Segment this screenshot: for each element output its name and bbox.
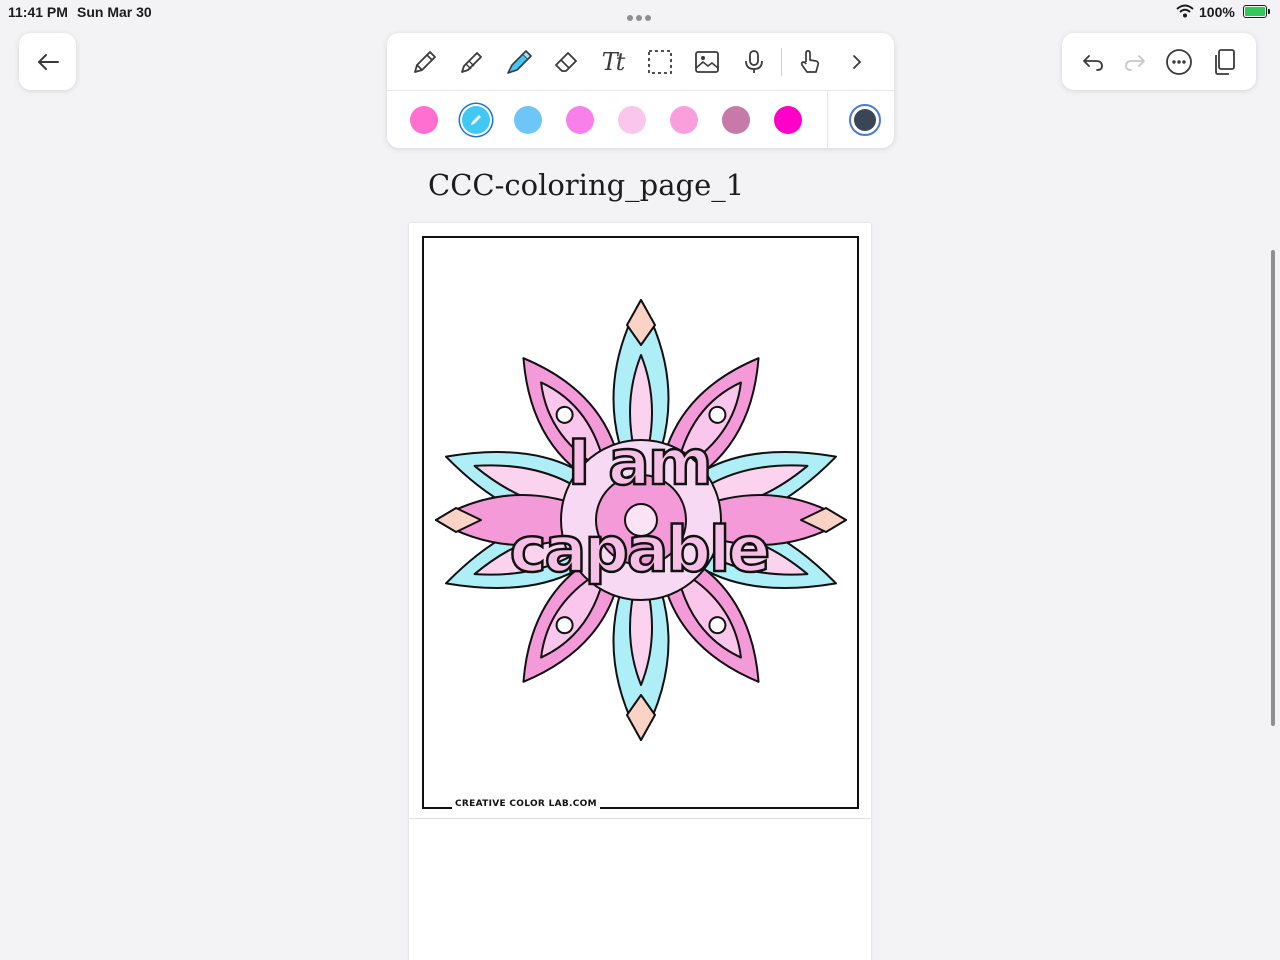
- palette-divider: [827, 91, 828, 148]
- document-page[interactable]: I am capable CREATIVE COLOR LAB.COM: [409, 223, 871, 960]
- current-color-button[interactable]: [849, 104, 881, 136]
- multitasking-dots-icon[interactable]: [627, 8, 655, 21]
- hand-pointer-icon: [800, 49, 819, 73]
- document-title[interactable]: CCC-coloring_page_1: [428, 168, 744, 202]
- image-tool[interactable]: [683, 40, 730, 84]
- arrow-left-icon: [37, 53, 59, 70]
- color-swatch[interactable]: [722, 106, 750, 134]
- pencil-tool[interactable]: [448, 40, 495, 84]
- pen-icon: [413, 50, 436, 73]
- color-swatch[interactable]: [410, 106, 438, 134]
- color-swatch[interactable]: [670, 106, 698, 134]
- actions-bar: [1062, 33, 1256, 90]
- color-swatch[interactable]: [514, 106, 542, 134]
- status-bar: 11:41 PM Sun Mar 30 100%: [0, 0, 1280, 24]
- text-tool[interactable]: Tt: [589, 40, 636, 84]
- affirmation-line-1: I am: [566, 425, 714, 501]
- color-swatch[interactable]: [774, 106, 802, 134]
- pages-icon[interactable]: [1211, 48, 1237, 76]
- highlighter-tool[interactable]: [495, 40, 542, 84]
- status-time: 11:41 PM: [8, 4, 68, 20]
- undo-icon[interactable]: [1081, 51, 1105, 73]
- eraser-tool[interactable]: [542, 40, 589, 84]
- eraser-icon: [554, 51, 577, 72]
- more-tools-button[interactable]: [833, 40, 880, 84]
- status-date: Sun Mar 30: [77, 4, 152, 20]
- pen-tool[interactable]: [401, 40, 448, 84]
- image-icon: [694, 50, 719, 73]
- vertical-scrollbar[interactable]: [1271, 250, 1275, 726]
- highlighter-icon: [506, 49, 532, 74]
- tool-row: Tt: [387, 33, 894, 90]
- more-options-icon[interactable]: [1165, 48, 1193, 76]
- color-swatch[interactable]: [462, 106, 490, 134]
- battery-percentage: 100%: [1199, 4, 1235, 20]
- drawing-toolbar: Tt: [387, 33, 894, 148]
- chevron-right-icon: [852, 54, 861, 69]
- color-swatch[interactable]: [566, 106, 594, 134]
- back-button[interactable]: [19, 33, 76, 90]
- microphone-tool[interactable]: [730, 40, 777, 84]
- lasso-tool[interactable]: [636, 40, 683, 84]
- microphone-icon: [744, 49, 763, 73]
- credit-text: CREATIVE COLOR LAB.COM: [452, 799, 600, 809]
- redo-icon[interactable]: [1123, 51, 1147, 73]
- color-swatch[interactable]: [618, 106, 646, 134]
- pencil-icon: [460, 51, 482, 73]
- text-icon: Tt: [601, 47, 626, 76]
- wifi-icon: [1176, 4, 1194, 18]
- battery-icon: [1243, 5, 1270, 18]
- page-divider: [409, 818, 871, 819]
- toolbar-divider: [781, 47, 782, 76]
- affirmation-line-2: capable: [509, 512, 772, 588]
- pen-selected-icon: [471, 115, 481, 125]
- touch-draw-tool[interactable]: [786, 40, 833, 84]
- lasso-select-icon: [647, 49, 672, 74]
- color-palette: [387, 91, 894, 148]
- current-color-dot: [854, 109, 876, 131]
